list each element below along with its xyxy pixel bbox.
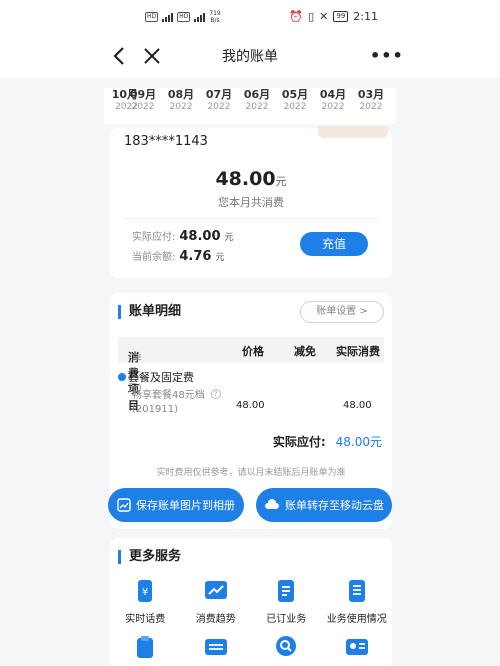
service-trend[interactable]: 消费趋势 (181, 578, 252, 625)
bill-settings-button[interactable]: 账单设置 > (300, 301, 384, 323)
page-title: 我的账单 (222, 49, 278, 65)
total-amount: 48.00元 (215, 168, 287, 190)
month-tab[interactable]: 08月 2022 (162, 88, 200, 124)
status-left: HD HD 719 B/s (145, 10, 221, 24)
svg-text:¥: ¥ (142, 587, 148, 598)
payable-label: 实际应付: (132, 232, 176, 243)
bullet-icon (118, 373, 126, 381)
status-right: ⏰ ▯ ✕ 99 2:11 (289, 10, 378, 23)
month-tabs: 10月 2022 09月 2022 08月 2022 07月 2022 06月 2022 05月 20… (104, 88, 396, 124)
balance-row: 当前余额: 4.76 元 (132, 248, 224, 264)
bill-summary-card: 183****1143 48.00元 您本月共消费 实际应付: 48.00 元 … (110, 126, 392, 278)
phone-bill-icon: ¥ (138, 580, 153, 602)
item-name: 畅享套餐48元档? (201911) (132, 389, 221, 417)
services-grid-row2 (110, 634, 392, 660)
col-price: 价格 (242, 345, 264, 358)
month-tab[interactable]: 07月 2022 (200, 88, 238, 124)
month-tab[interactable]: 10月 2022 (104, 88, 138, 124)
bill-table-header: 消费项目 (单位:元) 价格 减免 实际消费 (118, 337, 384, 412)
signal-icon-2 (194, 12, 206, 22)
trend-chart-icon (204, 581, 227, 599)
service-ticket[interactable] (181, 634, 252, 660)
item-actual: 48.00 (343, 400, 372, 411)
more-services-card: 更多服务 ¥ 实时话费 消费趋势 已订业务 业务使用情况 (110, 538, 392, 666)
month-tab[interactable]: 05月 2022 (276, 88, 314, 124)
month-tab[interactable]: 09月 2022 (124, 88, 162, 124)
nav-bar: 我的账单 ••• (0, 36, 500, 78)
package-tag (318, 126, 388, 138)
clipboard-icon (137, 636, 154, 658)
battery-icon: 99 (333, 11, 349, 22)
image-icon (117, 498, 131, 512)
save-image-button[interactable]: 保存账单图片到相册 (108, 488, 244, 522)
total-payable: 实际应付: 48.00元 (272, 435, 382, 449)
signal-icon (162, 12, 174, 22)
vibrate-icon: ▯ (308, 10, 315, 23)
col-discount: 减免 (294, 345, 316, 358)
hd-badge-2: HD (177, 12, 191, 22)
service-search[interactable] (251, 634, 322, 660)
recharge-button[interactable]: 充值 (300, 232, 368, 256)
balance-label: 当前余额: (132, 252, 176, 263)
payable-value: 48.00 (179, 229, 221, 244)
bill-note: 实时费用仅供参考，请以月末结账后月账单为准 (156, 468, 346, 478)
ticket-icon (204, 639, 227, 655)
cloud-icon (265, 499, 279, 509)
more-services-title: 更多服务 (118, 550, 181, 564)
month-tab[interactable]: 03月 2022 (352, 88, 390, 124)
month-tab[interactable]: 06月 2022 (238, 88, 276, 124)
hd-badge: HD (145, 12, 159, 22)
save-image-label: 保存账单图片到相册 (136, 499, 235, 512)
balance-value: 4.76 (179, 249, 212, 264)
subscribed-list-icon (278, 580, 295, 602)
time: 2:11 (353, 10, 378, 23)
phone-number: 183****1143 (124, 134, 208, 149)
group-row[interactable]: 套餐及固定费 (118, 369, 194, 385)
payable-row: 实际应付: 48.00 元 (132, 228, 234, 244)
balance-unit: 元 (215, 253, 225, 263)
divider (124, 218, 378, 219)
total-caption: 您本月共消费 (218, 196, 284, 209)
services-grid: ¥ 实时话费 消费趋势 已订业务 业务使用情况 (110, 578, 392, 625)
net-speed: 719 B/s (209, 10, 221, 24)
service-realtime-fee[interactable]: ¥ 实时话费 (110, 578, 181, 625)
service-clipboard[interactable] (110, 634, 181, 660)
month-tab[interactable]: 04月 2022 (314, 88, 352, 124)
service-usage[interactable]: 业务使用情况 (322, 578, 393, 625)
item-price: 48.00 (236, 400, 265, 411)
alarm-icon: ⏰ (289, 10, 304, 23)
payable-unit: 元 (224, 233, 234, 243)
mute-icon: ✕ (319, 10, 329, 23)
bill-detail-title: 账单明细 (118, 305, 181, 319)
status-bar: HD HD 719 B/s ⏰ ▯ ✕ 99 2:11 (0, 0, 500, 36)
cloud-save-label: 账单转存至移动云盘 (285, 499, 384, 512)
id-card-icon (345, 639, 368, 655)
service-subscribed[interactable]: 已订业务 (251, 578, 322, 625)
col-actual: 实际消费 (336, 345, 380, 358)
help-icon[interactable]: ? (210, 389, 221, 399)
more-icon[interactable]: ••• (370, 46, 404, 65)
cloud-save-button[interactable]: 账单转存至移动云盘 (256, 488, 392, 522)
service-id-card[interactable] (322, 634, 393, 660)
search-service-icon (276, 636, 297, 656)
group-label: 套餐及固定费 (128, 371, 194, 384)
usage-doc-icon (348, 580, 365, 602)
